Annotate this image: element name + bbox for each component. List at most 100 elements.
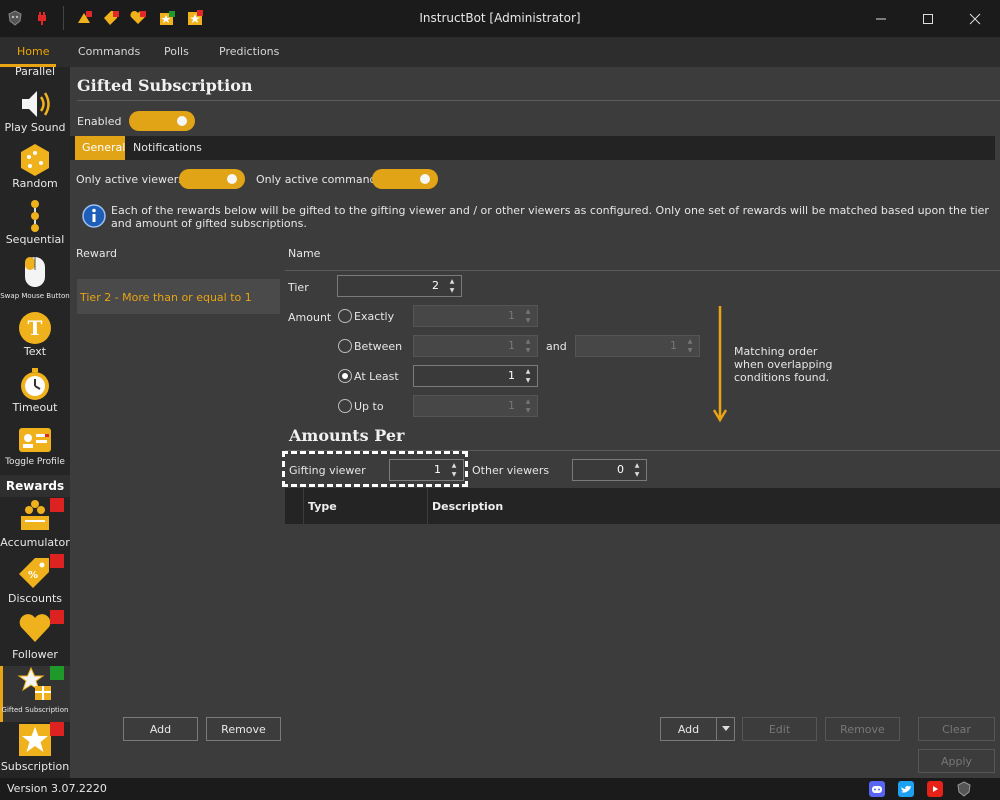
- sidebar-item-label: Swap Mouse Button: [0, 292, 70, 300]
- sidebar-item-label: Random: [12, 177, 58, 190]
- menu-commands[interactable]: Commands: [78, 45, 140, 58]
- tab-notifications[interactable]: Notifications: [126, 136, 209, 160]
- sidebar-item-label: Follower: [12, 648, 58, 661]
- sidebar-item-label: Timeout: [12, 401, 58, 414]
- minimize-button[interactable]: [858, 0, 904, 37]
- speaker-icon: [22, 91, 50, 117]
- sidebar-item-discounts[interactable]: % Discounts: [0, 554, 70, 610]
- only-active-viewers-toggle[interactable]: [179, 169, 245, 189]
- between-min-stepper[interactable]: 1 ▲ ▼: [413, 335, 538, 357]
- menu-predictions[interactable]: Predictions: [219, 45, 279, 58]
- twitter-icon[interactable]: [898, 781, 914, 797]
- menu-home[interactable]: Home: [17, 45, 49, 58]
- sidebar-item-parallel[interactable]: Parallel: [0, 67, 70, 83]
- sidebar-item-label: Text: [23, 345, 47, 358]
- maximize-icon: [923, 13, 933, 24]
- grid-column-type[interactable]: Type: [308, 500, 337, 513]
- gifting-viewer-stepper[interactable]: 1 ▲ ▼: [389, 459, 464, 481]
- up-to-radio[interactable]: [338, 399, 352, 413]
- gift-star-icon: [17, 666, 51, 700]
- stopwatch-icon: [21, 368, 49, 400]
- sidebar-item-text[interactable]: T Text: [0, 310, 70, 366]
- only-active-viewers-label: Only active viewers: [76, 173, 184, 186]
- rewards-grid-header: Type Description: [285, 488, 1000, 524]
- sidebar-item-sequential[interactable]: Sequential: [0, 198, 70, 254]
- discord-icon[interactable]: [869, 781, 885, 797]
- spin-arrows-icon[interactable]: ▲ ▼: [631, 461, 643, 479]
- menu-bar: Home Commands Polls Predictions: [0, 37, 1000, 67]
- spin-arrows-icon[interactable]: ▲ ▼: [448, 461, 460, 479]
- spin-arrows-icon[interactable]: ▲ ▼: [522, 397, 534, 415]
- amount-label: Amount: [288, 311, 332, 324]
- status-flag: [50, 610, 64, 624]
- between-max-value: 1: [670, 339, 677, 352]
- spin-arrows-icon[interactable]: ▲ ▼: [446, 277, 458, 295]
- status-flag: [50, 722, 64, 736]
- sidebar-item-random[interactable]: Random: [0, 142, 70, 198]
- youtube-icon[interactable]: [927, 781, 943, 797]
- remove-subaction-button[interactable]: Remove: [825, 717, 900, 741]
- sidebar-item-follower[interactable]: Follower: [0, 610, 70, 666]
- spin-arrows-icon[interactable]: ▲ ▼: [522, 307, 534, 325]
- remove-reward-button[interactable]: Remove: [206, 717, 281, 741]
- sidebar-item-swap-mouse-button[interactable]: Swap Mouse Button: [0, 254, 70, 310]
- window-title: InstructBot [Administrator]: [419, 11, 581, 25]
- apply-button[interactable]: Apply: [918, 749, 995, 773]
- info-icon: [82, 204, 106, 228]
- accumulator-icon: [21, 500, 49, 530]
- edit-button[interactable]: Edit: [742, 717, 817, 741]
- exactly-radio[interactable]: [338, 309, 352, 323]
- close-button[interactable]: [952, 0, 998, 37]
- sidebar: Parallel Play Sound Random Sequential Sw…: [0, 67, 70, 778]
- at-least-radio[interactable]: [338, 369, 352, 383]
- between-radio[interactable]: [338, 339, 352, 353]
- sidebar-item-toggle-profile[interactable]: Toggle Profile: [0, 422, 70, 478]
- spin-arrows-icon[interactable]: ▲ ▼: [522, 367, 534, 385]
- star-icon: [19, 724, 51, 756]
- tier-value: 2: [432, 279, 439, 292]
- exactly-stepper[interactable]: 1 ▲ ▼: [413, 305, 538, 327]
- gifting-viewer-value: 1: [434, 463, 441, 476]
- status-flag: [50, 498, 64, 512]
- sidebar-item-label: Sequential: [5, 233, 65, 246]
- app-brand-icon[interactable]: [956, 781, 972, 797]
- up-to-stepper[interactable]: 1 ▲ ▼: [413, 395, 538, 417]
- main-panel: Gifted Subscription Enabled General Noti…: [70, 67, 1000, 778]
- tab-general[interactable]: General: [75, 136, 125, 160]
- only-active-commands-toggle[interactable]: [372, 169, 438, 189]
- enabled-toggle[interactable]: [129, 111, 195, 131]
- grid-column-description[interactable]: Description: [432, 500, 503, 513]
- status-flag: [50, 554, 64, 568]
- at-least-stepper[interactable]: 1 ▲ ▼: [413, 365, 538, 387]
- sidebar-item-gifted-subscription[interactable]: Gifted Subscription: [0, 666, 70, 722]
- sidebar-item-accumulator[interactable]: Accumulator: [0, 498, 70, 554]
- maximize-button[interactable]: [905, 0, 951, 37]
- spin-arrows-icon[interactable]: ▲ ▼: [522, 337, 534, 355]
- only-active-commands-label: Only active commands: [256, 173, 383, 186]
- sidebar-item-label: Parallel: [14, 67, 56, 78]
- heart-icon: [19, 614, 51, 642]
- exactly-value: 1: [508, 309, 515, 322]
- arrow-down-icon: [712, 306, 728, 423]
- sidebar-item-label: Subscription: [0, 760, 70, 773]
- other-viewers-stepper[interactable]: 0 ▲ ▼: [572, 459, 647, 481]
- clear-button[interactable]: Clear: [918, 717, 995, 741]
- sidebar-item-subscription[interactable]: Subscription: [0, 722, 70, 778]
- text-icon: T: [19, 312, 51, 344]
- add-subaction-button[interactable]: Add: [660, 717, 717, 741]
- sidebar-item-label: Discounts: [7, 592, 63, 605]
- sidebar-item-label: Play Sound: [4, 121, 66, 134]
- add-dropdown-button[interactable]: [716, 717, 735, 741]
- between-max-stepper[interactable]: 1 ▲ ▼: [575, 335, 700, 357]
- spin-arrows-icon[interactable]: ▲ ▼: [684, 337, 696, 355]
- mouse-icon: [25, 257, 45, 287]
- tier-stepper[interactable]: 2 ▲ ▼: [337, 275, 462, 297]
- at-least-label: At Least: [354, 370, 399, 383]
- add-reward-button[interactable]: Add: [123, 717, 198, 741]
- exactly-label: Exactly: [354, 310, 395, 323]
- sidebar-item-play-sound[interactable]: Play Sound: [0, 86, 70, 142]
- sidebar-item-timeout[interactable]: Timeout: [0, 366, 70, 422]
- status-flag: [50, 666, 64, 680]
- menu-polls[interactable]: Polls: [164, 45, 189, 58]
- list-item[interactable]: Tier 2 - More than or equal to 1: [77, 279, 280, 314]
